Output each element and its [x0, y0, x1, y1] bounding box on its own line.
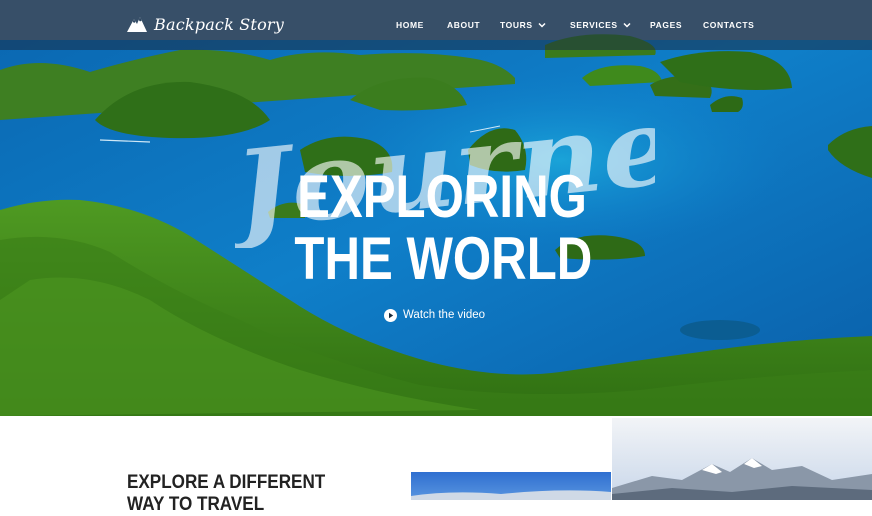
- mountain-icon: [127, 17, 147, 32]
- section-title-line2: WAY TO TRAVEL: [127, 494, 265, 515]
- nav-contacts[interactable]: CONTACTS: [703, 0, 754, 50]
- navbar: Backpack Story HOME ABOUT TOURS SERVICES…: [0, 0, 872, 50]
- brand-name: Backpack Story: [154, 14, 284, 34]
- play-circle-icon: [384, 308, 397, 322]
- nav-tours[interactable]: TOURS: [500, 0, 547, 50]
- nav-contacts-label: CONTACTS: [703, 20, 755, 30]
- nav-services-label: SERVICES: [570, 20, 618, 30]
- nav-home-label: HOME: [396, 20, 424, 30]
- section-title-line1: EXPLORE A DIFFERENT: [127, 472, 326, 493]
- hero-section: Backpack Story HOME ABOUT TOURS SERVICES…: [0, 0, 872, 416]
- lake-photo: [411, 472, 611, 500]
- hero-title-line1: EXPLORING: [297, 163, 587, 230]
- hero-title-line2: THE WORLD: [294, 225, 593, 292]
- brand-logo[interactable]: Backpack Story: [126, 12, 284, 36]
- chevron-down-icon: [538, 22, 546, 28]
- nav-pages[interactable]: PAGES: [650, 0, 682, 50]
- section-title: EXPLORE A DIFFERENT WAY TO TRAVEL: [127, 472, 334, 516]
- hero-title: EXPLORING THE WORLD: [294, 163, 593, 292]
- nav-pages-label: PAGES: [650, 20, 683, 30]
- nav-home[interactable]: HOME: [396, 0, 424, 50]
- nav-about[interactable]: ABOUT: [447, 0, 480, 50]
- watch-video-label: Watch the video: [403, 309, 486, 321]
- nav-about-label: ABOUT: [447, 20, 481, 30]
- gallery-image-lake: [411, 472, 611, 500]
- nav-services[interactable]: SERVICES: [570, 0, 632, 50]
- watch-video-link[interactable]: Watch the video: [384, 307, 485, 323]
- nav-tours-label: TOURS: [500, 20, 533, 30]
- mountain-photo: [612, 418, 872, 500]
- gallery-image-mountain: [612, 418, 872, 500]
- chevron-down-icon: [623, 22, 631, 28]
